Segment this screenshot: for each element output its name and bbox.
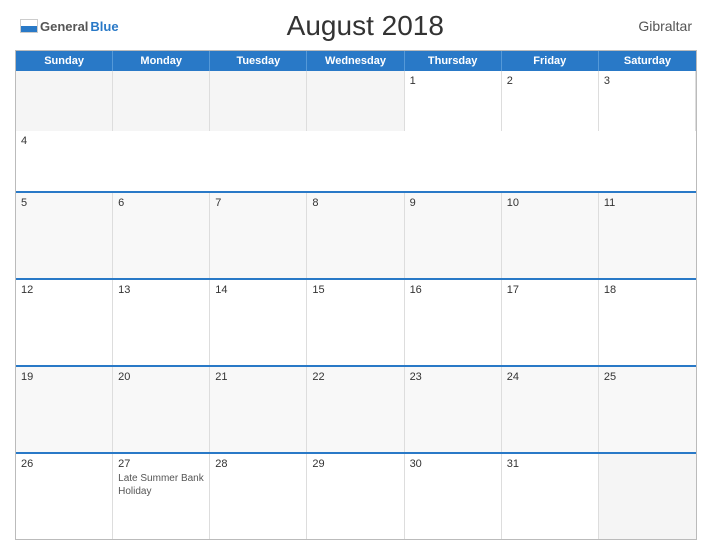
day-cell: 29 xyxy=(307,454,404,539)
day-number: 26 xyxy=(21,458,107,470)
day-cell: 22 xyxy=(307,367,404,452)
calendar-grid: SundayMondayTuesdayWednesdayThursdayFrid… xyxy=(15,50,697,540)
day-cell: 28 xyxy=(210,454,307,539)
day-cell: 30 xyxy=(405,454,502,539)
day-cell xyxy=(599,454,696,539)
week-row-0: 123 4 xyxy=(16,71,696,191)
day-number: 30 xyxy=(410,458,496,470)
day-cell: 3 xyxy=(599,71,696,131)
day-number: 23 xyxy=(410,371,496,383)
day-cell xyxy=(307,71,404,131)
event-label: Late Summer Bank Holiday xyxy=(118,472,204,498)
week-row-4: 26 27 Late Summer Bank Holiday 28 29 30 31 xyxy=(16,452,696,539)
day-number: 17 xyxy=(507,284,593,296)
day-number: 4 xyxy=(21,135,108,147)
region-label: Gibraltar xyxy=(612,18,692,34)
day-cell: 6 xyxy=(113,193,210,278)
logo-blue-text: Blue xyxy=(90,19,118,34)
day-number: 21 xyxy=(215,371,301,383)
day-number: 20 xyxy=(118,371,204,383)
day-cell: 27 Late Summer Bank Holiday xyxy=(113,454,210,539)
day-header-thursday: Thursday xyxy=(405,51,502,71)
day-number: 10 xyxy=(507,197,593,209)
day-cell: 24 xyxy=(502,367,599,452)
day-number: 25 xyxy=(604,371,691,383)
day-number: 16 xyxy=(410,284,496,296)
logo: General Blue xyxy=(20,19,119,34)
day-number: 27 xyxy=(118,458,204,470)
day-number: 15 xyxy=(312,284,398,296)
days-header: SundayMondayTuesdayWednesdayThursdayFrid… xyxy=(16,51,696,71)
day-number: 6 xyxy=(118,197,204,209)
day-number: 2 xyxy=(507,75,593,87)
day-number: 7 xyxy=(215,197,301,209)
day-cell: 12 xyxy=(16,280,113,365)
day-cell: 5 xyxy=(16,193,113,278)
day-header-wednesday: Wednesday xyxy=(307,51,404,71)
day-cell xyxy=(113,71,210,131)
logo-general-text: General xyxy=(40,19,88,34)
day-number: 28 xyxy=(215,458,301,470)
day-cell: 10 xyxy=(502,193,599,278)
day-cell: 18 xyxy=(599,280,696,365)
day-number: 24 xyxy=(507,371,593,383)
week-row-1: 56789 10 11 xyxy=(16,191,696,278)
day-cell: 8 xyxy=(307,193,404,278)
day-cell: 23 xyxy=(405,367,502,452)
week-row-2: 12 13 14 15 16 17 18 xyxy=(16,278,696,365)
day-cell: 13 xyxy=(113,280,210,365)
day-cell: 16 xyxy=(405,280,502,365)
day-cell: 11 xyxy=(599,193,696,278)
logo-flag-icon xyxy=(20,19,38,33)
day-number: 12 xyxy=(21,284,107,296)
day-number: 13 xyxy=(118,284,204,296)
day-number: 11 xyxy=(604,197,691,209)
day-number: 14 xyxy=(215,284,301,296)
calendar-container: General Blue August 2018 Gibraltar Sunda… xyxy=(0,0,712,550)
day-cell: 2 xyxy=(502,71,599,131)
day-cell: 31 xyxy=(502,454,599,539)
calendar-header: General Blue August 2018 Gibraltar xyxy=(15,10,697,42)
day-cell: 15 xyxy=(307,280,404,365)
day-cell: 21 xyxy=(210,367,307,452)
day-number: 18 xyxy=(604,284,691,296)
week-row-3: 19 20 21 22 23 24 25 xyxy=(16,365,696,452)
day-cell: 1 xyxy=(405,71,502,131)
day-number: 19 xyxy=(21,371,107,383)
day-number: 1 xyxy=(410,75,496,87)
day-number: 22 xyxy=(312,371,398,383)
day-cell: 20 xyxy=(113,367,210,452)
day-cell: 4 xyxy=(16,131,113,191)
day-header-saturday: Saturday xyxy=(599,51,696,71)
day-cell: 14 xyxy=(210,280,307,365)
day-header-sunday: Sunday xyxy=(16,51,113,71)
day-number: 3 xyxy=(604,75,690,87)
day-cell: 26 xyxy=(16,454,113,539)
day-number: 29 xyxy=(312,458,398,470)
weeks-container: 1234567891011121314151617181920212223242… xyxy=(16,71,696,539)
day-cell: 19 xyxy=(16,367,113,452)
day-number: 5 xyxy=(21,197,107,209)
day-cell: 9 xyxy=(405,193,502,278)
day-header-tuesday: Tuesday xyxy=(210,51,307,71)
day-header-monday: Monday xyxy=(113,51,210,71)
day-cell: 17 xyxy=(502,280,599,365)
day-cell xyxy=(16,71,113,131)
day-cell: 25 xyxy=(599,367,696,452)
day-number: 31 xyxy=(507,458,593,470)
day-header-friday: Friday xyxy=(502,51,599,71)
day-number: 9 xyxy=(410,197,496,209)
calendar-title: August 2018 xyxy=(119,10,612,42)
day-cell: 7 xyxy=(210,193,307,278)
day-number: 8 xyxy=(312,197,398,209)
day-cell xyxy=(210,71,307,131)
